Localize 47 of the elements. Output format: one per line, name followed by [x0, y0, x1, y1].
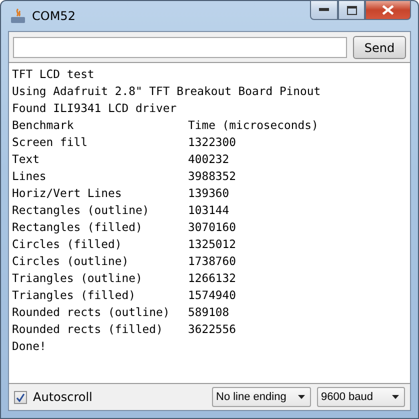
benchmark-time: 589108: [188, 304, 230, 321]
benchmark-time: 3070160: [188, 219, 238, 236]
benchmark-time: 1322300: [188, 134, 238, 151]
autoscroll-label: Autoscroll: [33, 390, 92, 404]
maximize-button[interactable]: [338, 0, 365, 20]
benchmark-name: Triangles (filled): [12, 287, 136, 304]
close-button[interactable]: [365, 0, 411, 20]
minimize-icon: [319, 8, 329, 12]
benchmark-time: 1266132: [188, 270, 238, 287]
benchmark-name: Triangles (outline): [12, 270, 144, 287]
benchmark-time: 103144: [188, 202, 230, 219]
output-line: TFT LCD test: [12, 66, 96, 83]
benchmark-time: 1738760: [188, 253, 238, 270]
baud-rate-dropdown[interactable]: 9600 baud: [317, 387, 405, 407]
line-ending-dropdown[interactable]: No line ending: [212, 387, 311, 407]
benchmark-name: Screen fill: [12, 134, 88, 151]
output-line: Done!: [12, 338, 48, 355]
window-title: COM52: [32, 9, 76, 23]
column-header: Time (microseconds): [188, 117, 320, 134]
minimize-button[interactable]: [310, 0, 338, 20]
maximize-icon: [346, 6, 356, 14]
benchmark-time: 1574940: [188, 287, 238, 304]
column-header: Benchmark: [12, 117, 75, 134]
benchmark-time: 139360: [188, 185, 230, 202]
benchmark-time: 400232: [188, 151, 230, 168]
benchmark-name: Text: [12, 151, 40, 168]
benchmark-name: Circles (filled): [12, 236, 123, 253]
benchmark-name: Horiz/Vert Lines: [12, 185, 123, 202]
app-icon: [10, 8, 26, 24]
benchmark-name: Circles (outline): [12, 253, 130, 270]
input-field[interactable]: [13, 37, 347, 58]
check-icon: [16, 392, 25, 402]
benchmark-name: Rectangles (filled): [12, 219, 144, 236]
benchmark-name: Rounded rects (filled): [12, 321, 164, 338]
benchmark-time: 3622556: [188, 321, 238, 338]
output-line: Using Adafruit 2.8" TFT Breakout Board Pinout: [12, 83, 322, 100]
send-button[interactable]: Send: [353, 36, 406, 59]
benchmark-name: Lines: [12, 168, 48, 185]
benchmark-time: 1325012: [188, 236, 238, 253]
benchmark-time: 3988352: [188, 168, 238, 185]
close-icon: [382, 5, 394, 15]
benchmark-name: Rectangles (outline): [12, 202, 150, 219]
output-line: Found ILI9341 LCD driver: [12, 100, 178, 117]
caret-icon: [298, 395, 305, 399]
caret-icon: [392, 395, 399, 399]
autoscroll-checkbox[interactable]: [14, 390, 27, 404]
benchmark-name: Rounded rects (outline): [12, 304, 171, 321]
